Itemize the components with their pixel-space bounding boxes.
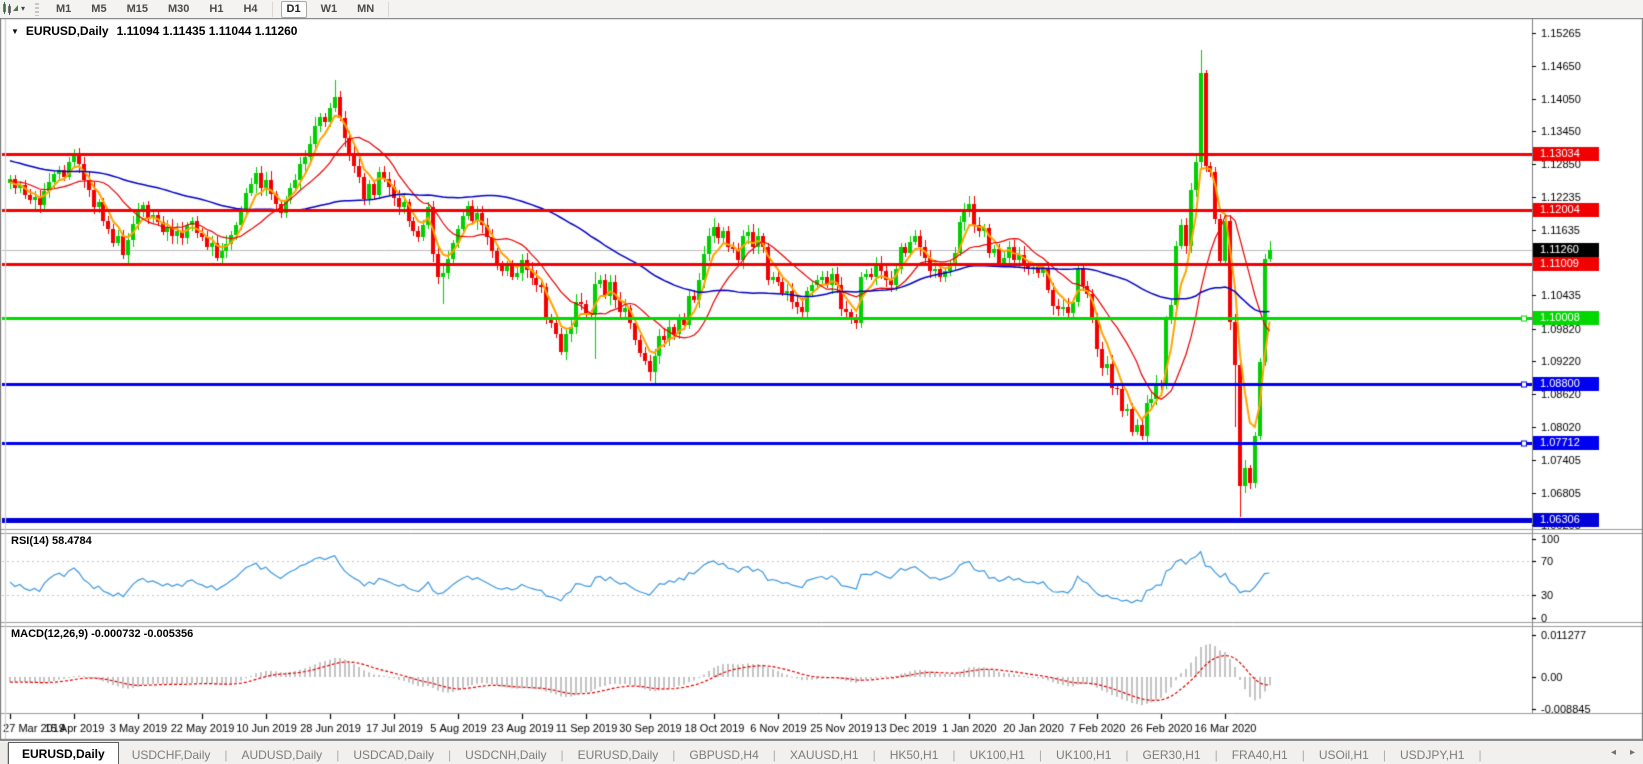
chart-tab-usdcnh-daily[interactable]: USDCNH,Daily bbox=[452, 745, 559, 764]
chart-tabs: EURUSD,Daily USDCHF,Daily | AUDUSD,Daily | US… bbox=[8, 741, 1483, 764]
chart-tab-xauusd-h1[interactable]: XAUUSD,H1 bbox=[777, 745, 872, 764]
tab-separator: | bbox=[1214, 748, 1218, 762]
chart-tab-usdjpy-h1[interactable]: USDJPY,H1 bbox=[1387, 745, 1477, 764]
tab-separator: | bbox=[1478, 748, 1482, 762]
timeframe-button-m5[interactable]: M5 bbox=[85, 1, 112, 18]
chart-symbol-period: EURUSD,Daily bbox=[25, 24, 109, 38]
tab-separator: | bbox=[336, 748, 340, 762]
tab-separator: | bbox=[224, 748, 228, 762]
toolbar-separator bbox=[388, 1, 390, 17]
chart-tab-ger30-h1[interactable]: GER30,H1 bbox=[1130, 745, 1214, 764]
tab-separator: | bbox=[1382, 748, 1386, 762]
chart-tab-uk100-h1[interactable]: UK100,H1 bbox=[1043, 745, 1124, 764]
chevron-down-icon[interactable]: ▾ bbox=[21, 2, 25, 16]
tab-separator: | bbox=[672, 748, 676, 762]
chart-ohlc-values: 1.11094 1.11435 1.11044 1.11260 bbox=[116, 24, 298, 38]
timeframe-buttons: M1 M5 M15 M30 H1 H4 D1 W1 MN bbox=[46, 0, 393, 18]
timeframe-button-m30[interactable]: M30 bbox=[162, 1, 195, 18]
chart-tab-usdchf-daily[interactable]: USDCHF,Daily bbox=[119, 745, 224, 764]
timeframe-toolbar: ▾ M1 M5 M15 M30 H1 H4 D1 W1 MN bbox=[0, 0, 1643, 19]
tab-separator: | bbox=[872, 748, 876, 762]
chart-title: ▼ EURUSD,Daily 1.11094 1.11435 1.11044 1… bbox=[11, 24, 297, 38]
tab-separator: | bbox=[1038, 748, 1043, 762]
tab-separator: | bbox=[772, 748, 776, 762]
chart-tab-fra40-h1[interactable]: FRA40,H1 bbox=[1219, 745, 1301, 764]
tab-separator: | bbox=[448, 748, 452, 762]
price-chart-canvas[interactable] bbox=[0, 18, 1643, 740]
tab-separator: | bbox=[1125, 748, 1129, 762]
collapse-triangle-icon[interactable]: ▼ bbox=[11, 27, 19, 36]
tab-separator: | bbox=[952, 748, 956, 762]
rsi-indicator-label: RSI(14) 58.4784 bbox=[11, 535, 92, 547]
chart-tab-uk100-h1[interactable]: UK100,H1 bbox=[957, 745, 1038, 764]
chart-tab-usoil-h1[interactable]: USOil,H1 bbox=[1306, 745, 1382, 764]
chart-tabbar: EURUSD,Daily USDCHF,Daily | AUDUSD,Daily | US… bbox=[0, 740, 1643, 764]
mt4-app-window: ▾ M1 M5 M15 M30 H1 H4 D1 W1 MN ▼ EURUSD,Daily 1.… bbox=[0, 0, 1643, 764]
timeframe-button-h1[interactable]: H1 bbox=[203, 1, 229, 18]
chart-tab-eurusd-daily[interactable]: EURUSD,Daily bbox=[8, 742, 119, 764]
timeframe-button-h4[interactable]: H4 bbox=[237, 1, 263, 18]
chart-tab-audusd-daily[interactable]: AUDUSD,Daily bbox=[229, 745, 336, 764]
toolbar-grip[interactable] bbox=[35, 2, 40, 16]
tabbar-grip bbox=[0, 743, 8, 764]
timeframe-button-m15[interactable]: M15 bbox=[121, 1, 154, 18]
tab-scroll-arrows: ◂ ▸ bbox=[1611, 748, 1635, 758]
tabs-scroll-right-icon[interactable]: ▸ bbox=[1630, 748, 1635, 758]
tabs-scroll-left-icon[interactable]: ◂ bbox=[1611, 748, 1616, 758]
chart-window: ▼ EURUSD,Daily 1.11094 1.11435 1.11044 1… bbox=[0, 18, 1643, 740]
chart-tab-hk50-h1[interactable]: HK50,H1 bbox=[877, 745, 952, 764]
tab-separator: | bbox=[560, 748, 564, 762]
tab-separator: | bbox=[1301, 748, 1305, 762]
chart-tab-usdcad-daily[interactable]: USDCAD,Daily bbox=[340, 745, 447, 764]
timeframe-button-m1[interactable]: M1 bbox=[50, 1, 77, 18]
toolbar-separator bbox=[271, 1, 273, 17]
chart-tab-gbpusd-h4[interactable]: GBPUSD,H4 bbox=[676, 745, 771, 764]
timeframe-button-d1[interactable]: D1 bbox=[280, 0, 307, 18]
timeframe-button-mn[interactable]: MN bbox=[351, 1, 380, 18]
macd-indicator-label: MACD(12,26,9) -0.000732 -0.005356 bbox=[11, 628, 194, 640]
chart-tab-eurusd-daily[interactable]: EURUSD,Daily bbox=[565, 745, 672, 764]
chart-type-icon[interactable] bbox=[2, 2, 20, 16]
timeframe-button-w1[interactable]: W1 bbox=[315, 1, 344, 18]
